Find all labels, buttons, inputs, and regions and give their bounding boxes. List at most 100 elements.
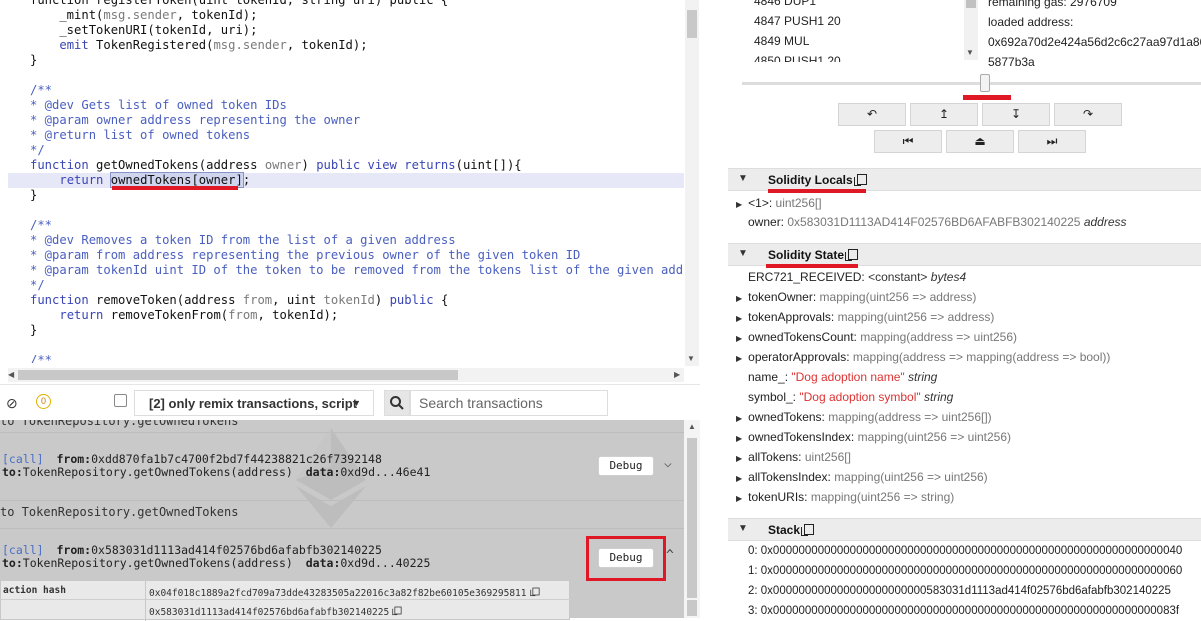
jump-next-breakpoint-button[interactable]: ⏭ bbox=[1018, 130, 1086, 153]
solidity-locals-header[interactable]: ▼ Solidity Locals bbox=[728, 168, 1201, 191]
code-area[interactable]: function registerToken(uint tokenId, str… bbox=[8, 0, 684, 363]
code-line[interactable]: * @dev Removes a token ID from the list … bbox=[8, 233, 684, 248]
state-var[interactable]: ▶ ownedTokensCount: mapping(address => ui… bbox=[736, 330, 1017, 344]
search-icon bbox=[390, 396, 404, 410]
clear-console-icon[interactable]: ⊘ bbox=[6, 395, 18, 412]
opcode-scroll-thumb[interactable] bbox=[966, 0, 976, 8]
state-var[interactable]: ▶ ownedTokens: mapping(address => uint256… bbox=[736, 410, 992, 424]
state-var[interactable]: ▶ tokenURIs: mapping(uint256 => string) bbox=[736, 490, 954, 504]
scroll-up-icon[interactable]: ▲ bbox=[688, 422, 696, 431]
code-token: ) bbox=[374, 293, 390, 307]
code-line[interactable]: function removeToken(address from, uint … bbox=[8, 293, 684, 308]
code-line[interactable]: } bbox=[8, 323, 684, 338]
opcode-item[interactable]: 4846 DUP1 bbox=[754, 0, 816, 8]
to-function: TokenRepository.getOwnedTokens(address) bbox=[22, 465, 293, 479]
opcode-scrollbar[interactable]: ▼ bbox=[964, 0, 978, 60]
section-title: Stack bbox=[768, 523, 815, 537]
opcode-list[interactable]: 4846 DUP1 4847 PUSH1 20 4849 MUL 4850 PU… bbox=[738, 0, 948, 62]
code-line[interactable]: * @param owner address representing the … bbox=[8, 113, 684, 128]
scroll-left-icon[interactable]: ◀ bbox=[8, 370, 14, 379]
state-var[interactable]: ▶ ownedTokensIndex: mapping(uint256 => ui… bbox=[736, 430, 1011, 444]
code-token: _mint( bbox=[30, 8, 104, 22]
code-line[interactable]: /** bbox=[8, 353, 684, 363]
log-line: to TokenRepository.getOwnedTokens bbox=[0, 420, 239, 428]
chevron-up-icon[interactable]: ^ bbox=[666, 548, 674, 563]
code-line[interactable]: */ bbox=[8, 278, 684, 293]
pending-tx-badge[interactable]: 0 bbox=[36, 394, 51, 409]
to-function: TokenRepository.getOwnedTokens(address) bbox=[22, 556, 293, 570]
caret-down-icon[interactable]: ▼ bbox=[738, 173, 748, 184]
code-line[interactable]: emit TokenRegistered(msg.sender, tokenId… bbox=[8, 38, 684, 53]
state-var[interactable]: ▶ allTokensIndex: mapping(uint256 => uint… bbox=[736, 470, 988, 484]
scroll-down-icon[interactable]: ▼ bbox=[966, 48, 974, 57]
editor-vertical-scrollbar[interactable]: ▼ bbox=[685, 0, 699, 366]
chevron-down-icon[interactable]: ⌵ bbox=[664, 456, 672, 471]
code-line[interactable]: */ bbox=[8, 143, 684, 158]
code-line[interactable]: * @param tokenId uint ID of the token to… bbox=[8, 263, 684, 278]
code-line[interactable]: * @return list of owned tokens bbox=[8, 128, 684, 143]
state-var[interactable]: ▶ tokenOwner: mapping(uint256 => address) bbox=[736, 290, 976, 304]
divider bbox=[0, 528, 684, 529]
code-line[interactable]: _setTokenURI(tokenId, uri); bbox=[8, 23, 684, 38]
opcode-item[interactable]: 4847 PUSH1 20 bbox=[754, 14, 841, 28]
code-line[interactable]: /** bbox=[8, 83, 684, 98]
editor-horizontal-scrollbar[interactable]: ◀ ▶ bbox=[8, 368, 684, 382]
transaction-filter-select[interactable]: [2] only remix transactions, script ▼ bbox=[134, 390, 374, 416]
step-back-button[interactable]: ↶ bbox=[838, 103, 906, 126]
transaction-1[interactable]: [call] from:0xdd870fa1b7c4700f2bd7f44238… bbox=[2, 453, 430, 479]
state-var[interactable]: ▶ tokenApprovals: mapping(uint256 => addr… bbox=[736, 310, 994, 324]
copy-icon[interactable] bbox=[853, 174, 867, 186]
code-line[interactable]: * @param from address representing the p… bbox=[8, 248, 684, 263]
code-line[interactable] bbox=[8, 68, 684, 83]
jump-previous-breakpoint-button[interactable]: ⏮ bbox=[874, 130, 942, 153]
code-line[interactable]: _mint(msg.sender, tokenId); bbox=[8, 8, 684, 23]
code-line[interactable] bbox=[8, 338, 684, 353]
opcode-item[interactable]: 4849 MUL bbox=[754, 34, 809, 48]
code-line[interactable]: } bbox=[8, 188, 684, 203]
jump-out-button[interactable]: ⏏ bbox=[946, 130, 1014, 153]
solidity-state-header[interactable]: ▼ Solidity State bbox=[728, 243, 1201, 266]
editor-vscroll-thumb[interactable] bbox=[687, 10, 697, 38]
transaction-2[interactable]: [call] from:0x583031d1113ad414f02576bd6a… bbox=[2, 544, 430, 570]
step-over-button[interactable]: ↷ bbox=[1054, 103, 1122, 126]
search-transactions-input[interactable] bbox=[410, 390, 608, 416]
terminal-scrollbar[interactable]: ▲ bbox=[684, 420, 700, 618]
code-line[interactable] bbox=[8, 203, 684, 218]
code-editor[interactable]: function registerToken(uint tokenId, str… bbox=[0, 0, 700, 384]
code-line[interactable]: return removeTokenFrom(from, tokenId); bbox=[8, 308, 684, 323]
step-out-back-button[interactable]: ↥ bbox=[910, 103, 978, 126]
code-token: * @dev Removes a token ID from the list … bbox=[30, 233, 456, 247]
step-slider-track[interactable] bbox=[742, 82, 1201, 85]
terminal-scroll-thumb-lower[interactable] bbox=[687, 600, 697, 616]
search-button[interactable] bbox=[384, 390, 410, 416]
caret-down-icon[interactable]: ▼ bbox=[738, 523, 748, 534]
copy-icon[interactable] bbox=[801, 524, 815, 536]
step-into-button[interactable]: ↧ bbox=[982, 103, 1050, 126]
code-line[interactable]: function registerToken(uint tokenId, str… bbox=[8, 0, 684, 8]
copy-icon[interactable] bbox=[845, 249, 859, 261]
step-slider-thumb[interactable] bbox=[980, 74, 990, 92]
local-var-1[interactable]: ▶ <1>: uint256[] bbox=[736, 196, 822, 210]
state-var[interactable]: ▶ operatorApprovals: mapping(address => m… bbox=[736, 350, 1110, 364]
code-token: } bbox=[30, 323, 38, 337]
code-line[interactable]: function getOwnedTokens(address owner) p… bbox=[8, 158, 684, 173]
terminal-scroll-thumb[interactable] bbox=[687, 438, 697, 598]
code-line[interactable]: } bbox=[8, 53, 684, 68]
code-token: return bbox=[59, 173, 104, 187]
caret-down-icon[interactable]: ▼ bbox=[738, 248, 748, 259]
state-var[interactable]: ▶ allTokens: uint256[] bbox=[736, 450, 851, 464]
debug-button-1[interactable]: Debug bbox=[598, 456, 654, 476]
code-line-highlighted[interactable]: return ownedTokens[owner]; bbox=[8, 172, 684, 188]
editor-hscroll-thumb[interactable] bbox=[18, 370, 458, 380]
code-line[interactable]: /** bbox=[8, 218, 684, 233]
caret-right-icon[interactable]: ▶ bbox=[736, 200, 742, 209]
stack-header[interactable]: ▼ Stack bbox=[728, 518, 1201, 541]
scroll-right-icon[interactable]: ▶ bbox=[674, 370, 680, 379]
code-line[interactable]: * @dev Gets list of owned token IDs bbox=[8, 98, 684, 113]
opcode-item[interactable]: 4850 PUSH1 20 bbox=[754, 54, 841, 62]
listen-checkbox[interactable] bbox=[114, 394, 127, 407]
scroll-down-icon[interactable]: ▼ bbox=[687, 354, 695, 363]
copy-icon[interactable] bbox=[529, 587, 539, 597]
copy-icon[interactable] bbox=[392, 606, 402, 616]
